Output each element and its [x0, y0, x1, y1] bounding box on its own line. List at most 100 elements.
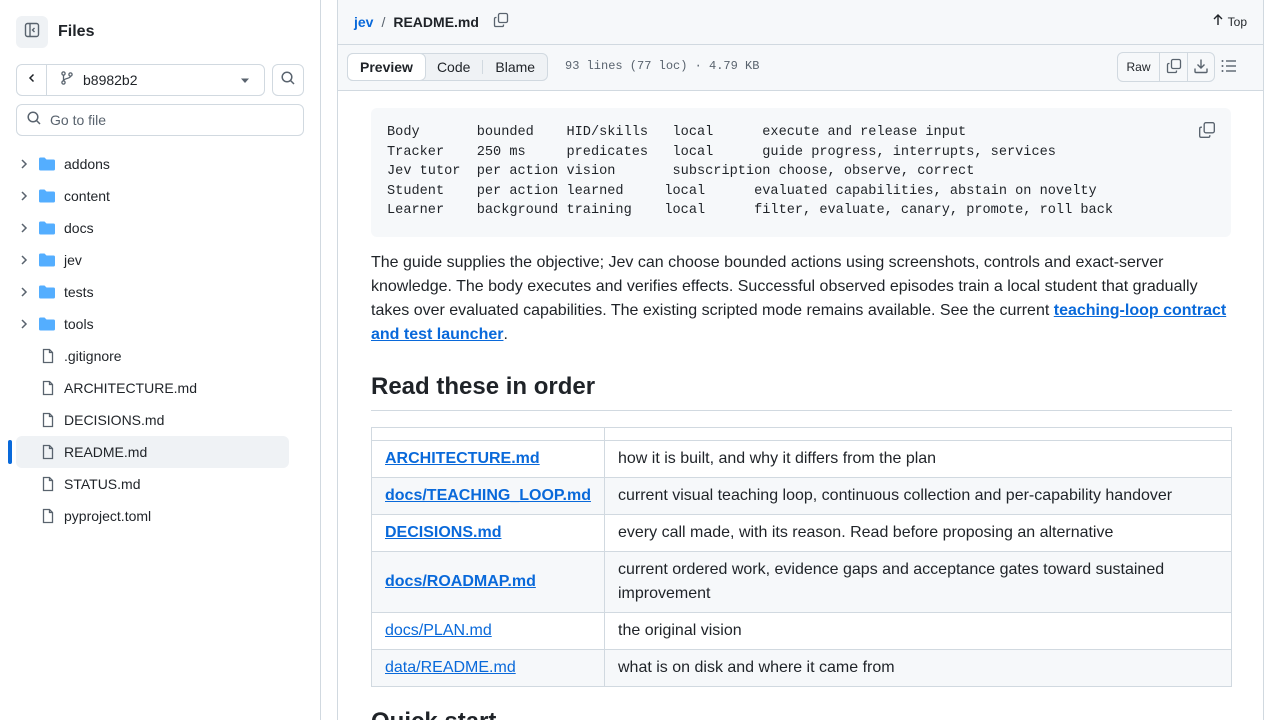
chevron-left-icon: [26, 71, 38, 89]
sidebar-header: Files: [16, 16, 94, 48]
doc-link-teaching-loop[interactable]: docs/TEACHING_LOOP.md: [385, 487, 591, 504]
chevron-right-icon[interactable]: [18, 157, 30, 176]
doc-link-architecture[interactable]: ARCHITECTURE.md: [385, 450, 540, 467]
table-cell-link: data/README.md: [371, 649, 605, 687]
table-row: docs/TEACHING_LOOP.md current visual tea…: [371, 477, 1232, 515]
table-cell-link: DECISIONS.md: [371, 514, 605, 552]
table-row: data/README.md what is on disk and where…: [371, 649, 1232, 687]
go-to-file-input[interactable]: [50, 112, 290, 128]
file-view: jev / README.md Top Preview Code Blame 9…: [337, 0, 1264, 720]
tree-item-label: jev: [64, 252, 82, 268]
git-branch-icon: [59, 70, 75, 91]
collapse-sidebar-button[interactable]: [16, 16, 48, 48]
search-icon: [26, 110, 42, 131]
file-icon: [40, 508, 56, 529]
breadcrumb-repo-link[interactable]: jev: [354, 14, 373, 30]
chevron-right-icon[interactable]: [18, 317, 30, 336]
tree-item-label: content: [64, 188, 110, 204]
table-header-cell: [371, 427, 605, 441]
file-toolbar: Preview Code Blame 93 lines (77 loc) · 4…: [337, 45, 1264, 91]
folder-icon: [38, 156, 56, 177]
breadcrumb-current-file: README.md: [393, 13, 479, 30]
table-cell-desc: how it is built, and why it differs from…: [604, 440, 1232, 478]
copy-code-button[interactable]: [1198, 121, 1216, 144]
reading-order-table: ARCHITECTURE.md how it is built, and why…: [371, 427, 1232, 687]
table-cell-link: docs/TEACHING_LOOP.md: [371, 477, 605, 515]
chevron-right-icon[interactable]: [18, 189, 30, 208]
table-row: ARCHITECTURE.md how it is built, and why…: [371, 440, 1232, 478]
branch-back-button[interactable]: [17, 65, 47, 95]
raw-button[interactable]: Raw: [1118, 53, 1160, 81]
chevron-right-icon[interactable]: [18, 285, 30, 304]
tree-file-architecture[interactable]: ARCHITECTURE.md: [16, 372, 289, 404]
tree-file-pyproject[interactable]: pyproject.toml: [16, 500, 289, 532]
file-tree: addons content docs jev tests tools .git…: [8, 148, 289, 532]
table-header-row: [371, 427, 1232, 441]
tree-folder-jev[interactable]: jev: [16, 244, 289, 276]
table-row: docs/ROADMAP.md current ordered work, ev…: [371, 551, 1232, 613]
doc-link-plan[interactable]: docs/PLAN.md: [385, 622, 492, 639]
file-icon: [40, 444, 56, 465]
tree-folder-tools[interactable]: tools: [16, 308, 289, 340]
tree-item-label: .gitignore: [64, 348, 122, 364]
file-icon: [40, 348, 56, 369]
branch-row: b8982b2: [16, 64, 304, 96]
tree-item-label: pyproject.toml: [64, 508, 152, 524]
breadcrumb-separator: /: [381, 13, 386, 30]
folder-icon: [38, 220, 56, 241]
tree-item-label: tests: [64, 284, 94, 300]
chevron-right-icon[interactable]: [18, 253, 30, 272]
folder-icon: [38, 252, 56, 273]
table-cell-desc: the original vision: [604, 612, 1232, 650]
download-button[interactable]: [1187, 53, 1214, 81]
table-cell-desc: every call made, with its reason. Read b…: [604, 514, 1232, 552]
tree-file-status[interactable]: STATUS.md: [16, 468, 289, 500]
search-icon: [280, 70, 296, 91]
table-cell-link: ARCHITECTURE.md: [371, 440, 605, 478]
table-cell-desc: current visual teaching loop, continuous…: [604, 477, 1232, 515]
table-row: DECISIONS.md every call made, with its r…: [371, 514, 1232, 552]
doc-link-data-readme[interactable]: data/README.md: [385, 659, 516, 676]
back-to-top-button[interactable]: Top: [1212, 13, 1247, 30]
file-tree-sidebar: Files b8982b2 Go to file addons content …: [0, 0, 321, 720]
doc-link-decisions[interactable]: DECISIONS.md: [385, 524, 501, 541]
section-heading: Read these in order: [371, 371, 1232, 411]
outline-button[interactable]: [1220, 58, 1238, 79]
next-section-heading: Quick start: [371, 708, 496, 720]
tab-preview[interactable]: Preview: [347, 53, 426, 81]
sidebar-collapse-icon: [24, 22, 40, 43]
go-to-file-box: [16, 104, 304, 136]
paragraph-end: .: [503, 326, 508, 343]
table-cell-link: docs/ROADMAP.md: [371, 551, 605, 613]
tree-item-label: addons: [64, 156, 110, 172]
table-cell-link: docs/PLAN.md: [371, 612, 605, 650]
tab-code[interactable]: Code: [425, 54, 482, 80]
chevron-right-icon[interactable]: [18, 221, 30, 240]
tree-item-label: DECISIONS.md: [64, 412, 165, 428]
doc-link-roadmap[interactable]: docs/ROADMAP.md: [385, 573, 536, 590]
table-row: docs/PLAN.md the original vision: [371, 612, 1232, 650]
file-icon: [40, 476, 56, 497]
code-block-text: Body bounded HID/skills local execute an…: [387, 123, 1113, 221]
tree-folder-addons[interactable]: addons: [16, 148, 289, 180]
tree-file-decisions[interactable]: DECISIONS.md: [16, 404, 289, 436]
copy-path-button[interactable]: [493, 12, 509, 31]
tree-file-readme[interactable]: README.md: [8, 436, 289, 468]
tree-folder-content[interactable]: content: [16, 180, 289, 212]
branch-dropdown[interactable]: b8982b2: [47, 65, 264, 95]
code-block: Body bounded HID/skills local execute an…: [371, 108, 1231, 237]
tree-folder-docs[interactable]: docs: [16, 212, 289, 244]
tree-file-gitignore[interactable]: .gitignore: [16, 340, 289, 372]
copy-raw-button[interactable]: [1160, 53, 1187, 81]
search-files-button[interactable]: [272, 64, 304, 96]
table-header-cell: [604, 427, 1232, 441]
tree-folder-tests[interactable]: tests: [16, 276, 289, 308]
tab-blame[interactable]: Blame: [483, 54, 547, 80]
sidebar-title: Files: [58, 23, 95, 40]
tree-item-label: STATUS.md: [64, 476, 141, 492]
code-line: Student per action learned local evaluat…: [387, 183, 1097, 199]
copy-icon: [1166, 58, 1182, 77]
table-cell-desc: what is on disk and where it came from: [604, 649, 1232, 687]
active-indicator: [8, 440, 12, 464]
code-line: Jev tutor per action vision subscription…: [387, 164, 975, 179]
